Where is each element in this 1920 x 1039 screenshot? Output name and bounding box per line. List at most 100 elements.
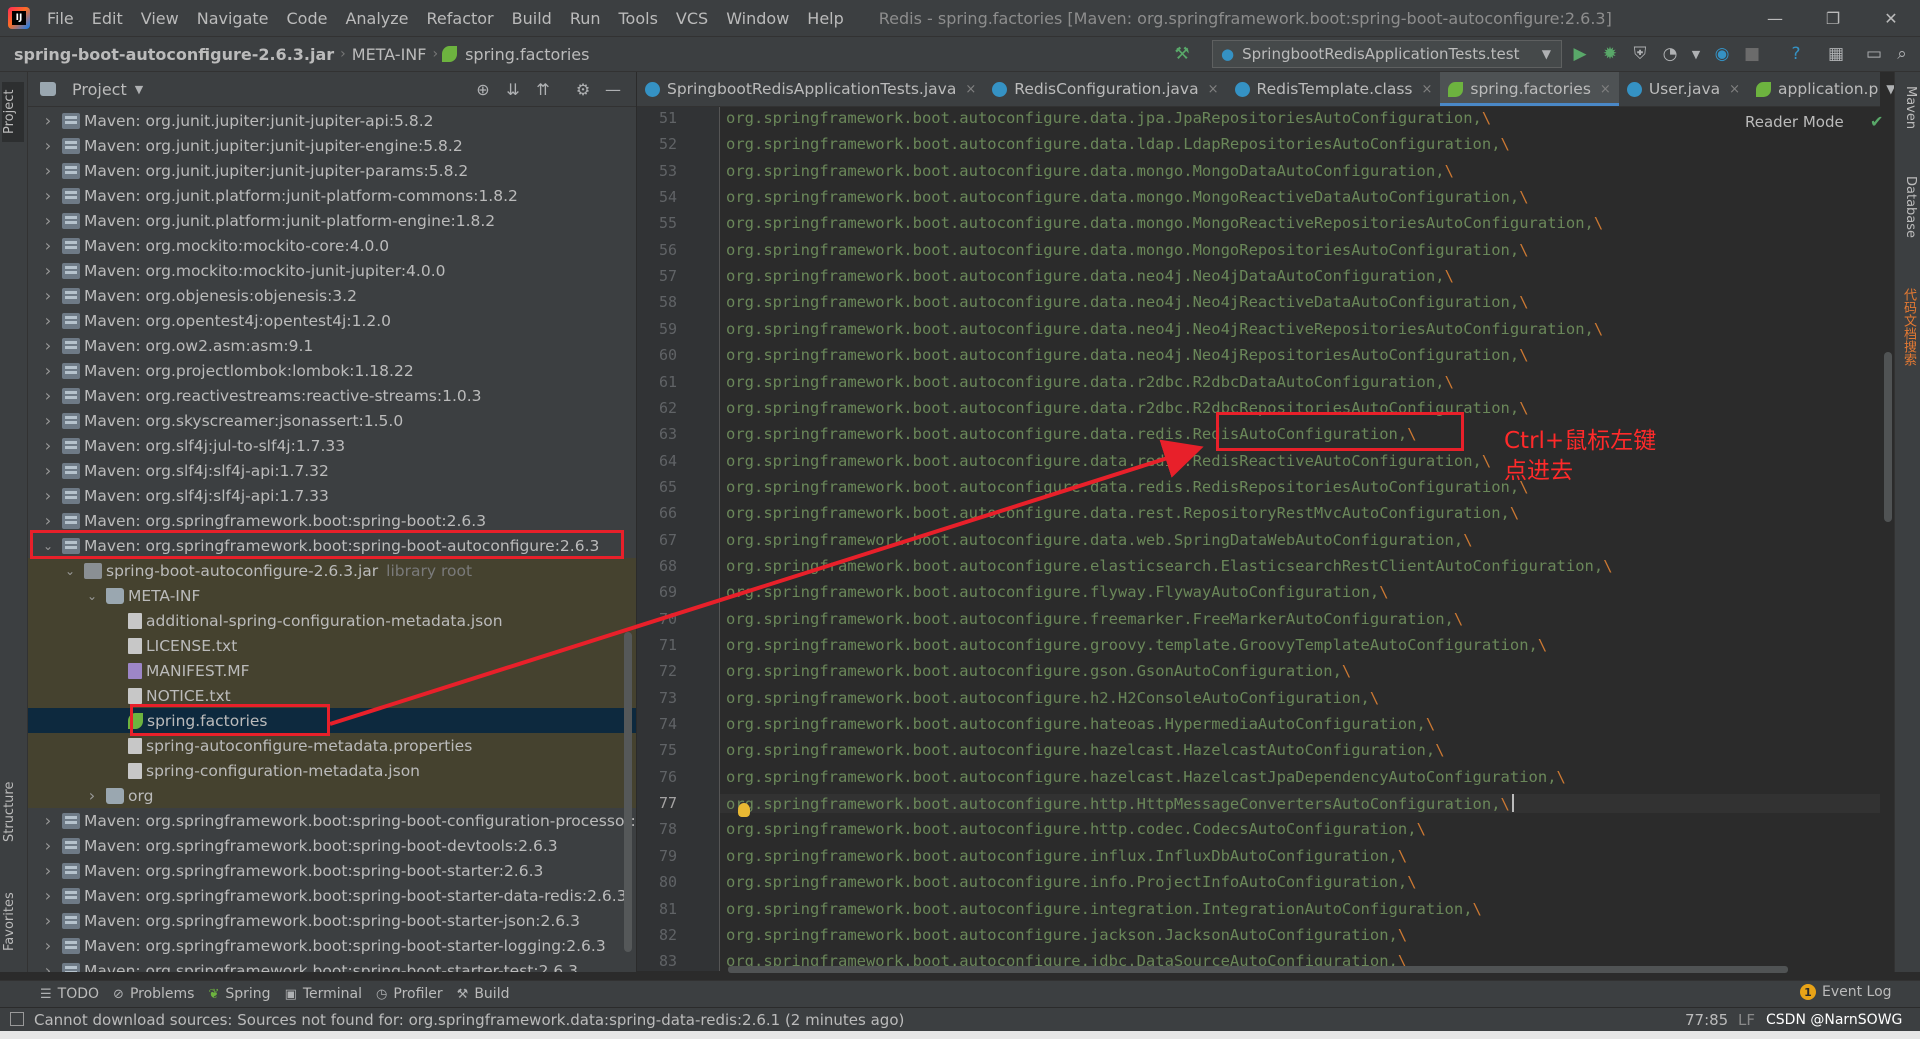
chevron-right-icon[interactable]: › [40, 111, 56, 130]
tree-item[interactable]: › Maven: org.springframework.boot:spring-… [28, 908, 636, 933]
lightbulb-icon[interactable] [738, 803, 750, 817]
editor-tab[interactable]: RedisConfiguration.java × [984, 72, 1226, 106]
close-icon[interactable]: × [1208, 82, 1219, 97]
profiler-tool-button[interactable]: ◷ Profiler [376, 986, 443, 1002]
code-line[interactable]: org.springframework.boot.autoconfigure.d… [726, 531, 1473, 549]
presentation-icon[interactable]: ▭ [1862, 42, 1886, 66]
close-icon[interactable]: × [1729, 82, 1740, 97]
restore-button[interactable]: ❐ [1804, 0, 1862, 36]
menu-view[interactable]: View [132, 9, 188, 28]
project-tree-scrollbar[interactable] [624, 632, 632, 952]
structure-tool-tab[interactable]: Structure [2, 772, 24, 852]
code-line[interactable]: org.springframework.boot.autoconfigure.f… [726, 583, 1389, 601]
tree-item[interactable]: spring-configuration-metadata.json [28, 758, 636, 783]
chevron-right-icon[interactable]: › [40, 461, 56, 480]
tree-item[interactable]: ⌄ spring-boot-autoconfigure-2.6.3.jar libr… [28, 558, 636, 583]
code-line[interactable]: org.springframework.boot.autoconfigure.h… [720, 794, 1880, 814]
tree-item[interactable]: › Maven: org.mockito:mockito-junit-jupite… [28, 258, 636, 283]
code-line[interactable]: org.springframework.boot.autoconfigure.d… [726, 267, 1454, 285]
code-line[interactable]: org.springframework.boot.autoconfigure.d… [726, 293, 1529, 311]
intellij-logo-icon[interactable]: IJ [8, 7, 30, 29]
code-line[interactable]: org.springframework.boot.autoconfigure.h… [726, 689, 1379, 707]
search-icon[interactable]: ⌕ [1890, 42, 1914, 66]
tree-item[interactable]: ⌄ Maven: org.springframework.boot:spring-… [28, 533, 636, 558]
menu-vcs[interactable]: VCS [667, 9, 717, 28]
menu-analyze[interactable]: Analyze [336, 9, 417, 28]
collapse-all-icon[interactable]: ⇈ [532, 78, 554, 100]
favorites-tool-tab[interactable]: Favorites [2, 882, 24, 962]
tree-item[interactable]: NOTICE.txt [28, 683, 636, 708]
chevron-right-icon[interactable]: › [40, 311, 56, 330]
chevron-right-icon[interactable]: › [40, 261, 56, 280]
menu-build[interactable]: Build [503, 9, 561, 28]
editor-tab[interactable]: application.p [1748, 72, 1886, 106]
minimize-button[interactable]: — [1746, 0, 1804, 36]
editor-vertical-scrollbar[interactable] [1884, 352, 1892, 522]
hide-panel-icon[interactable]: — [602, 78, 624, 100]
project-view-selector[interactable]: Project [72, 80, 127, 99]
event-log-button[interactable]: 1 Event Log [1800, 984, 1892, 1000]
line-separator[interactable]: LF [1738, 1011, 1755, 1029]
code-line[interactable]: org.springframework.boot.autoconfigure.h… [726, 820, 1426, 838]
code-line[interactable]: org.springframework.boot.autoconfigure.d… [726, 241, 1529, 259]
tree-item[interactable]: › Maven: org.slf4j:jul-to-slf4j:1.7.33 [28, 433, 636, 458]
profile-dropdown-icon[interactable]: ▼ [1684, 42, 1708, 66]
locate-icon[interactable]: ⊕ [472, 78, 494, 100]
gear-icon[interactable]: ⚙ [572, 78, 594, 100]
chevron-down-icon[interactable]: ⌄ [40, 539, 56, 553]
tree-item[interactable]: › Maven: org.springframework.boot:spring-… [28, 933, 636, 958]
breadcrumb-meta-inf[interactable]: META-INF [346, 45, 433, 64]
editor-tab[interactable]: User.java × [1619, 72, 1748, 106]
code-line[interactable]: org.springframework.boot.autoconfigure.j… [726, 926, 1407, 944]
chevron-right-icon[interactable]: › [40, 136, 56, 155]
reader-mode-button[interactable]: Reader Mode [1745, 113, 1844, 131]
chevron-right-icon[interactable]: › [40, 361, 56, 380]
chevron-right-icon[interactable]: › [40, 911, 56, 930]
code-line[interactable]: org.springframework.boot.autoconfigure.d… [726, 109, 1491, 127]
chevron-right-icon[interactable]: › [40, 511, 56, 530]
code-line[interactable]: org.springframework.boot.autoconfigure.d… [726, 452, 1491, 470]
code-line[interactable]: org.springframework.boot.autoconfigure.h… [726, 741, 1445, 759]
tree-item[interactable]: › Maven: org.opentest4j:opentest4j:1.2.0 [28, 308, 636, 333]
chevron-right-icon[interactable]: › [40, 236, 56, 255]
build-hammer-icon[interactable]: ⚒ [1170, 42, 1194, 66]
database-tool-tab[interactable]: Database [1898, 176, 1918, 266]
tree-item[interactable]: › Maven: org.springframework.boot:spring-… [28, 958, 636, 972]
build-tool-button[interactable]: ⚒ Build [457, 986, 510, 1002]
tree-item[interactable]: spring.factories [28, 708, 636, 733]
tree-item[interactable]: › Maven: org.mockito:mockito-core:4.0.0 [28, 233, 636, 258]
chevron-right-icon[interactable]: › [40, 861, 56, 880]
tree-item[interactable]: › Maven: org.springframework.boot:spring-… [28, 883, 636, 908]
code-line[interactable]: org.springframework.boot.autoconfigure.d… [726, 399, 1529, 417]
menu-window[interactable]: Window [717, 9, 798, 28]
tree-item[interactable]: › Maven: org.objenesis:objenesis:3.2 [28, 283, 636, 308]
code-line[interactable]: org.springframework.boot.autoconfigure.d… [726, 320, 1603, 338]
code-line[interactable]: org.springframework.boot.autoconfigure.d… [726, 162, 1454, 180]
breadcrumb-spring-factories[interactable]: spring.factories [459, 45, 595, 64]
tree-item[interactable]: › Maven: org.springframework.boot:spring-… [28, 508, 636, 533]
tree-item[interactable]: › Maven: org.slf4j:slf4j-api:1.7.33 [28, 483, 636, 508]
menu-run[interactable]: Run [561, 9, 610, 28]
code-line[interactable]: org.springframework.boot.autoconfigure.g… [726, 662, 1351, 680]
chevron-right-icon[interactable]: › [84, 786, 100, 805]
menu-code[interactable]: Code [278, 9, 337, 28]
code-line[interactable]: org.springframework.boot.autoconfigure.i… [726, 847, 1407, 865]
tree-item[interactable]: additional-spring-configuration-metadata… [28, 608, 636, 633]
code-line[interactable]: org.springframework.boot.autoconfigure.h… [726, 768, 1566, 786]
tree-item[interactable]: › Maven: org.springframework.boot:spring-… [28, 808, 636, 833]
chevron-right-icon[interactable]: › [40, 336, 56, 355]
chevron-down-icon[interactable]: ▼ [135, 83, 143, 96]
run-icon[interactable]: ▶ [1568, 42, 1592, 66]
tree-item[interactable]: › Maven: org.junit.jupiter:junit-jupiter-… [28, 108, 636, 133]
code-line[interactable]: org.springframework.boot.autoconfigure.d… [726, 373, 1454, 391]
editor-tab[interactable]: spring.factories × [1440, 72, 1620, 106]
code-line[interactable]: org.springframework.boot.autoconfigure.d… [726, 425, 1417, 443]
update-icon[interactable]: ◉ [1710, 42, 1734, 66]
close-icon[interactable]: × [965, 82, 976, 97]
tree-item[interactable]: MANIFEST.MF [28, 658, 636, 683]
code-line[interactable]: org.springframework.boot.autoconfigure.f… [726, 610, 1463, 628]
tree-item[interactable]: › Maven: org.slf4j:slf4j-api:1.7.32 [28, 458, 636, 483]
close-icon[interactable]: × [1600, 82, 1611, 97]
code-doc-search-tool-tab[interactable]: 代码文档搜索 [1898, 288, 1918, 398]
maven-tool-tab[interactable]: Maven [1898, 86, 1918, 156]
